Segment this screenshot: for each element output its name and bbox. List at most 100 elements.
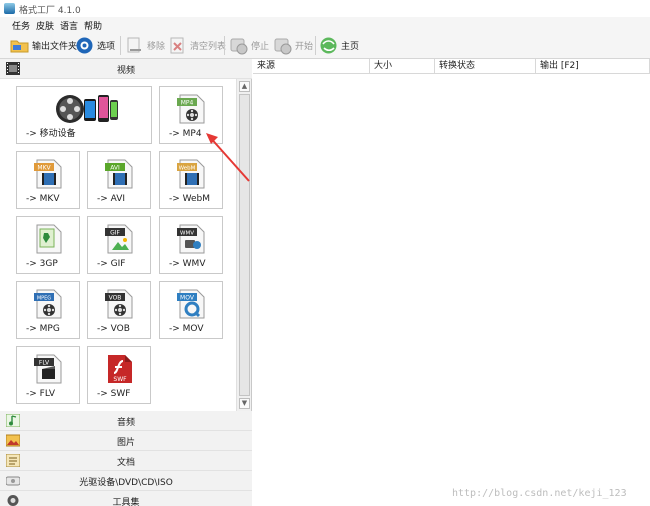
title-bar: 格式工厂 4.1.0 (0, 0, 650, 17)
format-tile-3gp[interactable]: -> 3GP (16, 216, 80, 274)
annotation-arrow-icon (206, 133, 250, 182)
category-document[interactable]: 文档 (0, 451, 252, 471)
format-tile-flv[interactable]: FLV -> FLV (16, 346, 80, 404)
remove-label: 移除 (147, 42, 166, 52)
svg-text:MOV: MOV (180, 295, 195, 302)
vob-file-icon: VOB (105, 288, 135, 323)
format-tile-label: -> WebM (169, 194, 211, 204)
format-tile-vob[interactable]: VOB -> VOB (87, 281, 151, 339)
category-picture[interactable]: 图片 (0, 431, 252, 451)
category-document-label: 文档 (116, 458, 135, 468)
format-tile-label: -> AVI (97, 194, 126, 204)
window-title: 格式工厂 4.1.0 (19, 6, 81, 16)
format-tile-wmv[interactable]: WMV -> WMV (159, 216, 223, 274)
clear-list-label: 清空列表 (190, 42, 227, 52)
start-icon (273, 36, 292, 55)
format-tile-label: -> SWF (97, 389, 131, 399)
menu-language[interactable]: 语言 (60, 19, 78, 32)
menu-skin[interactable]: 皮肤 (36, 19, 54, 32)
format-tile-label: -> VOB (97, 324, 130, 334)
folder-icon (10, 36, 29, 55)
menu-task[interactable]: 任务 (12, 19, 30, 32)
category-video-label: 视频 (116, 66, 135, 76)
svg-text:MP4: MP4 (181, 100, 194, 107)
options-button[interactable]: 选项 (75, 35, 115, 56)
svg-text:FLV: FLV (39, 360, 50, 367)
column-header-status[interactable]: 转换状态 (435, 59, 536, 74)
scroll-up-icon[interactable]: ▲ (239, 81, 250, 92)
category-audio-label: 音频 (116, 418, 135, 428)
clear-list-button[interactable]: 清空列表 (168, 35, 226, 56)
svg-text:WMV: WMV (180, 231, 194, 237)
svg-text:SWF: SWF (113, 376, 127, 383)
flv-file-icon: FLV (34, 353, 64, 388)
options-label: 选项 (97, 42, 116, 52)
menu-bar: 任务 皮肤 语言 帮助 (0, 17, 650, 32)
stop-label: 停止 (251, 42, 270, 52)
home-button[interactable]: 主页 (319, 35, 359, 56)
toolbar-divider (120, 36, 121, 55)
wmv-file-icon: WMV (177, 223, 207, 258)
watermark: http://blog.csdn.net/keji_123 (452, 488, 627, 499)
start-label: 开始 (295, 42, 314, 52)
column-header-source[interactable]: 来源 (253, 59, 370, 74)
menu-help[interactable]: 帮助 (84, 19, 102, 32)
category-rom-device[interactable]: 光驱设备\DVD\CD\ISO (0, 471, 252, 491)
home-label: 主页 (341, 42, 360, 52)
task-list: 来源 大小 转换状态 输出 [F2] (253, 59, 650, 506)
remove-button[interactable]: 移除 (125, 35, 165, 56)
format-tile-label: -> FLV (26, 389, 56, 399)
swf-file-icon: SWF (105, 353, 135, 388)
format-tile-label: -> GIF (97, 259, 126, 269)
column-header-output[interactable]: 输出 [F2] (536, 59, 650, 74)
stop-icon (229, 36, 248, 55)
category-panel: 视频 -> 移动设备 MP4 -> MP4 MKV -> MKV AVI -> … (0, 59, 252, 506)
start-button[interactable]: 开始 (273, 35, 313, 56)
svg-text:MKV: MKV (37, 165, 51, 172)
format-tile-gif[interactable]: GIF -> GIF (87, 216, 151, 274)
svg-text:WebM: WebM (179, 166, 196, 172)
format-tile-mobile[interactable]: -> 移动设备 (16, 86, 152, 144)
gear-icon (75, 36, 94, 55)
svg-text:AVI: AVI (110, 165, 120, 172)
column-header-size[interactable]: 大小 (370, 59, 435, 74)
scroll-down-icon[interactable]: ▼ (239, 398, 250, 409)
mpeg-file-icon: MPEG (34, 288, 64, 323)
format-tile-label: -> MKV (26, 194, 60, 204)
home-icon (319, 36, 338, 55)
category-picture-label: 图片 (116, 438, 135, 448)
toolbar: 输出文件夹 选项 移除 清空列表 停止 开始 主页 (0, 32, 650, 59)
category-tools[interactable]: 工具集 (0, 491, 252, 506)
format-tile-swf[interactable]: SWF -> SWF (87, 346, 151, 404)
format-tile-label: -> WMV (169, 259, 206, 269)
mobile-devices-icon (55, 93, 119, 128)
gif-file-icon: GIF (105, 223, 135, 258)
format-tile-label: -> MP4 (169, 129, 202, 139)
avi-file-icon: AVI (105, 158, 135, 193)
format-tile-label: -> 3GP (26, 259, 58, 269)
svg-text:VOB: VOB (109, 295, 122, 302)
3gp-file-icon (34, 223, 64, 258)
category-tools-label: 工具集 (112, 498, 140, 506)
category-video[interactable]: 视频 (0, 59, 252, 79)
stop-button[interactable]: 停止 (229, 35, 269, 56)
category-audio[interactable]: 音频 (0, 411, 252, 431)
mov-file-icon: MOV (177, 288, 207, 323)
output-folder-label: 输出文件夹 (32, 42, 78, 52)
clear-list-icon (168, 36, 187, 55)
mkv-file-icon: MKV (34, 158, 64, 193)
format-tile-label: -> 移动设备 (26, 129, 76, 139)
mp4-file-icon: MP4 (177, 93, 207, 128)
svg-text:MPEG: MPEG (37, 296, 51, 302)
toolbar-divider (315, 36, 316, 55)
svg-text:GIF: GIF (110, 230, 120, 237)
format-tile-avi[interactable]: AVI -> AVI (87, 151, 151, 209)
format-tile-mpg[interactable]: MPEG -> MPG (16, 281, 80, 339)
format-tile-mov[interactable]: MOV -> MOV (159, 281, 223, 339)
format-tile-label: -> MPG (26, 324, 60, 334)
toolbar-divider (224, 36, 225, 55)
output-folder-button[interactable]: 输出文件夹 (10, 35, 77, 56)
format-tile-label: -> MOV (169, 324, 204, 334)
format-tile-mkv[interactable]: MKV -> MKV (16, 151, 80, 209)
remove-icon (125, 36, 144, 55)
